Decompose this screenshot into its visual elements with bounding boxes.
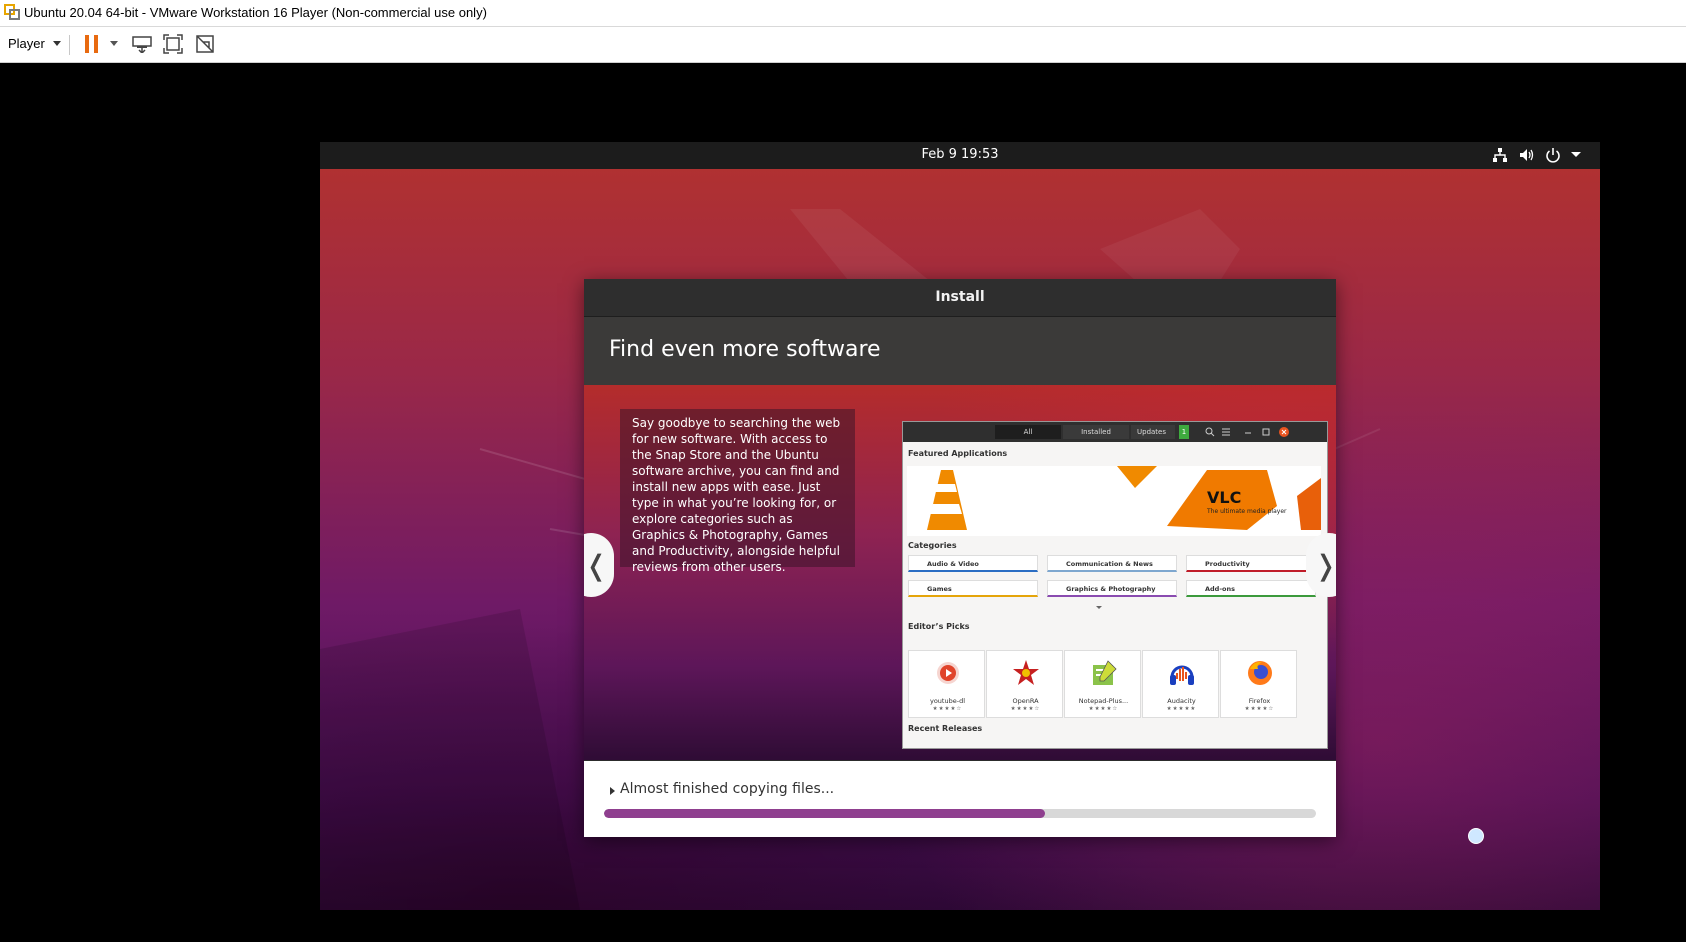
power-icon[interactable] [1545,147,1561,163]
ctrl-alt-del-icon [132,36,152,53]
slide-heading: Find even more software [609,337,881,362]
system-menu-chevron-icon[interactable] [1571,152,1581,158]
host-toolbar: Player [0,27,1686,63]
featured-tagline: The ultimate media player [1207,508,1287,515]
send-ctrl-alt-del-button[interactable] [131,32,153,56]
unity-icon [196,35,214,53]
pause-icon [85,35,98,53]
store-search-icon [1205,427,1215,437]
category-add-ons: Add-ons [1186,580,1316,597]
pick-card: youtube-dl ★★★★☆ [908,650,985,718]
guest-screen[interactable]: Feb 9 19:53 Install Find even more softw… [320,142,1600,910]
mouse-cursor [1468,828,1484,844]
toolbar-divider [69,35,70,55]
installer-title: Install [935,289,985,305]
pick-name: OpenRA [1012,697,1039,705]
full-screen-button[interactable] [162,32,184,56]
featured-app-name: VLC [1207,488,1242,507]
install-progress-fill [604,809,1046,818]
expand-details-icon[interactable] [610,787,615,795]
install-progress-bar [604,809,1316,818]
pick-card: Firefox ★★★★☆ [1220,650,1297,718]
category-productivity: Productivity [1186,555,1316,572]
notepad-plus-icon [1093,660,1117,685]
unity-mode-button[interactable] [194,32,216,56]
pause-button[interactable] [84,32,100,56]
category-games: Games [908,580,1038,597]
store-menu-icon [1222,428,1230,436]
previous-slide-button[interactable]: ❬ [584,533,614,597]
category-communication-news: Communication & News [1047,555,1177,572]
pick-rating: ★★★★☆ [1010,706,1041,712]
host-titlebar: Ubuntu 20.04 64-bit - VMware Workstation… [0,0,1686,27]
firefox-icon [1248,661,1272,685]
store-minimize-icon [1245,432,1251,434]
pick-name: Audacity [1167,697,1196,705]
chevron-down-icon[interactable] [53,41,61,47]
window-title: Ubuntu 20.04 64-bit - VMware Workstation… [24,5,487,20]
featured-vlc-banner: VLC The ultimate media player [907,466,1321,536]
openra-icon [1013,660,1039,685]
pick-card: Notepad-Plus... ★★★★☆ [1064,650,1141,718]
editors-picks-label: Editor’s Picks [908,622,970,631]
player-menu-button[interactable]: Player [8,36,45,51]
recent-releases-label: Recent Releases [908,724,983,733]
categories-label: Categories [908,541,957,550]
install-status-text: Almost finished copying files... [620,781,835,797]
slide-banner: Find even more software [584,317,1336,385]
audacity-icon [1170,665,1194,685]
store-tab-updates: Updates [1131,425,1175,439]
pick-name: youtube-dl [929,697,965,705]
pause-dropdown-chevron-icon[interactable] [110,41,118,47]
slideshow-slide: Say goodbye to searching the web for new… [584,385,1336,760]
store-maximize-icon [1262,428,1270,436]
pick-name: Firefox [1248,697,1271,705]
volume-icon[interactable] [1519,147,1535,163]
slide-description: Say goodbye to searching the web for new… [620,409,855,574]
updates-count-badge: 1 [1179,425,1189,439]
fullscreen-icon [163,34,183,54]
network-icon[interactable] [1492,147,1508,163]
install-progress-area: Almost finished copying files... [584,761,1336,837]
expand-categories-icon [1096,606,1102,609]
featured-label: Featured Applications [908,449,1008,458]
installer-window: Install Find even more software Say good… [584,279,1336,837]
pick-rating: ★★★★★ [1166,706,1197,712]
youtube-dl-icon [937,662,959,684]
vlc-cone-icon [927,466,1321,530]
store-headerbar: All Installed Updates 1 [903,422,1327,442]
pick-rating: ★★★★☆ [932,706,963,712]
pick-name: Notepad-Plus... [1078,697,1129,705]
pick-card: Audacity ★★★★★ [1142,650,1219,718]
category-graphics-photography: Graphics & Photography [1047,580,1177,597]
pick-card: OpenRA ★★★★☆ [986,650,1063,718]
software-store-screenshot: All Installed Updates 1 Featured Applica… [902,421,1328,749]
category-audio-video: Audio & Video [908,555,1038,572]
pick-rating: ★★★★☆ [1088,706,1119,712]
store-tab-installed: Installed [1063,425,1129,439]
vmware-app-icon [4,4,20,20]
store-tab-all: All [995,425,1061,439]
installer-header: Install [584,279,1336,317]
gnome-top-bar: Feb 9 19:53 [320,142,1600,169]
store-close-icon [1279,427,1289,437]
clock[interactable]: Feb 9 19:53 [320,147,1600,162]
pick-rating: ★★★★☆ [1244,706,1275,712]
next-slide-button[interactable]: ❭ [1306,533,1336,597]
